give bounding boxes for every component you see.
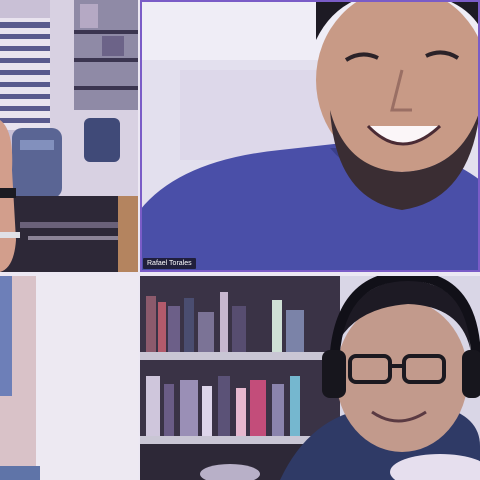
- participant-video-feed: [140, 276, 480, 480]
- video-tile-bottom-left[interactable]: [0, 276, 138, 480]
- video-tile-top-right[interactable]: Rafael Torales: [140, 0, 480, 272]
- tile-divider-horizontal: [0, 272, 480, 276]
- tile-divider-vertical: [138, 0, 140, 480]
- video-tile-top-left[interactable]: [0, 0, 138, 272]
- participant-name-tag: Rafael Torales: [143, 258, 196, 269]
- video-tile-bottom-right[interactable]: [140, 276, 480, 480]
- participant-video-feed: [0, 0, 138, 272]
- participant-video-feed: [140, 0, 480, 272]
- video-gallery: Rafael Torales: [0, 0, 480, 480]
- participant-video-feed: [0, 276, 138, 480]
